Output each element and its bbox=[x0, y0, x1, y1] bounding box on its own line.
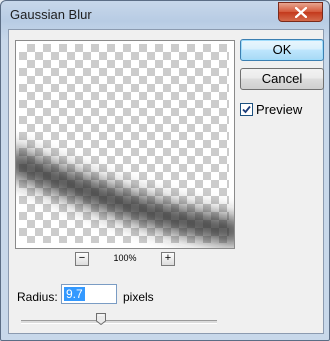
zoom-level: 100% bbox=[113, 253, 137, 263]
zoom-controls: − 100% + bbox=[75, 252, 175, 268]
gaussian-blur-dialog: Gaussian Blur − 100% + OK Cancel Preview… bbox=[0, 0, 330, 341]
zoom-out-button[interactable]: − bbox=[75, 252, 89, 266]
blurred-stroke-preview bbox=[16, 149, 234, 245]
radius-value: 9.7 bbox=[64, 287, 85, 301]
cancel-button[interactable]: Cancel bbox=[240, 68, 324, 90]
title-bar[interactable]: Gaussian Blur bbox=[1, 1, 329, 29]
preview-pane[interactable] bbox=[15, 40, 235, 249]
checkmark-icon bbox=[242, 105, 251, 114]
radius-slider-thumb[interactable] bbox=[96, 313, 107, 325]
zoom-in-button[interactable]: + bbox=[161, 252, 175, 266]
dialog-body: − 100% + OK Cancel Preview Radius: 9.7 p… bbox=[8, 29, 324, 334]
close-button[interactable] bbox=[278, 2, 323, 22]
radius-input[interactable]: 9.7 bbox=[61, 284, 117, 304]
preview-checkbox-label: Preview bbox=[256, 102, 303, 117]
radius-label: Radius: bbox=[17, 290, 58, 304]
radius-unit-label: pixels bbox=[123, 290, 154, 304]
ok-button[interactable]: OK bbox=[240, 39, 324, 61]
radius-slider-track[interactable] bbox=[21, 320, 217, 324]
preview-checkbox[interactable] bbox=[240, 103, 253, 116]
dialog-title: Gaussian Blur bbox=[10, 7, 92, 22]
close-icon bbox=[294, 6, 307, 18]
